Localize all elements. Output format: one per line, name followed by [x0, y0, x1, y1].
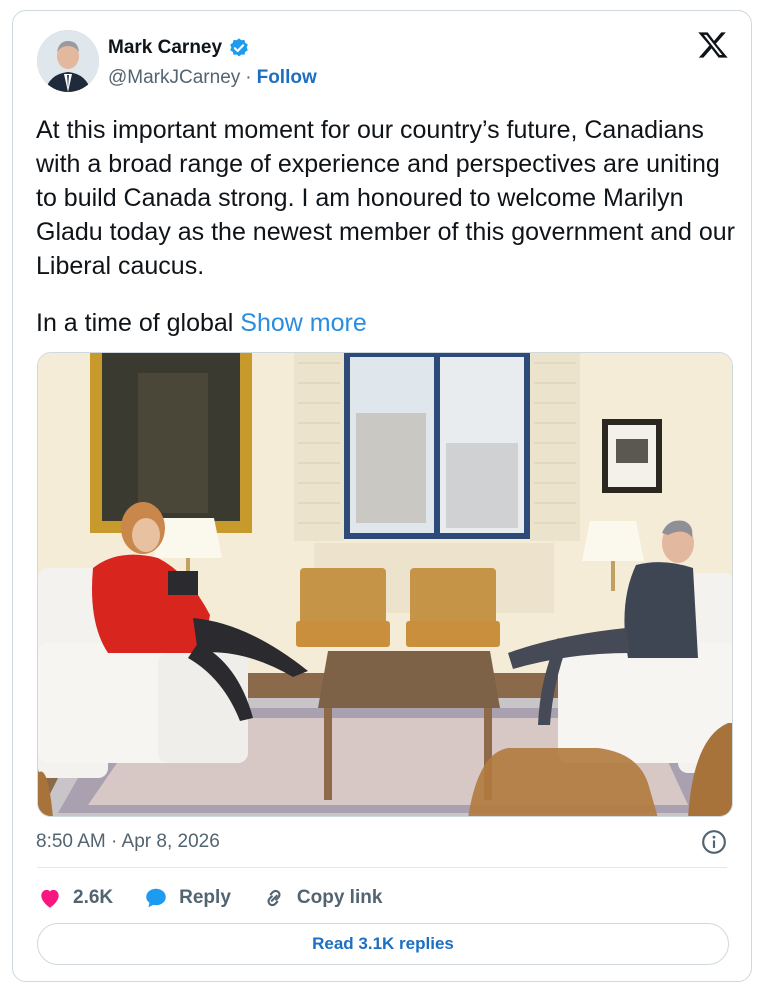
action-bar: 2.6K Reply Copy link — [37, 883, 412, 913]
tweet-timestamp[interactable]: 8:50 AM · Apr 8, 2026 — [36, 831, 220, 853]
reply-label: Reply — [179, 887, 231, 908]
avatar[interactable] — [37, 30, 99, 92]
tweet-text-truncated: In a time of global — [36, 309, 234, 337]
x-logo-icon[interactable] — [697, 29, 729, 61]
tweet-photo[interactable] — [37, 352, 733, 817]
follow-button[interactable]: Follow — [257, 67, 317, 88]
link-icon — [267, 889, 281, 907]
copy-link-button[interactable]: Copy link — [261, 885, 383, 911]
reply-button[interactable]: Reply — [143, 885, 231, 911]
separator-dot: · — [245, 67, 252, 88]
info-icon[interactable] — [701, 829, 727, 855]
author-name[interactable]: Mark Carney — [108, 37, 222, 59]
author-name-row: Mark Carney — [108, 37, 250, 59]
reply-bubble-icon — [146, 888, 166, 908]
like-count: 2.6K — [73, 887, 114, 908]
author-handle[interactable]: @MarkJCarney — [108, 67, 240, 88]
read-replies-button[interactable]: Read 3.1K replies — [37, 923, 729, 965]
heart-icon — [41, 889, 59, 908]
tweet-text-truncated-row: In a time of global Show more — [36, 306, 367, 340]
author-handle-row: @MarkJCarney · Follow — [108, 67, 317, 89]
tweet-card: Mark Carney @MarkJCarney · Follow At this … — [12, 10, 752, 982]
verified-badge-icon — [230, 38, 248, 57]
copy-link-label: Copy link — [296, 887, 383, 908]
show-more-link[interactable]: Show more — [240, 309, 366, 337]
divider — [37, 867, 727, 868]
meeting-photo-illustration — [38, 353, 732, 816]
tweet-text: At this important moment for our country… — [36, 116, 735, 280]
like-button[interactable]: 2.6K — [37, 885, 113, 911]
